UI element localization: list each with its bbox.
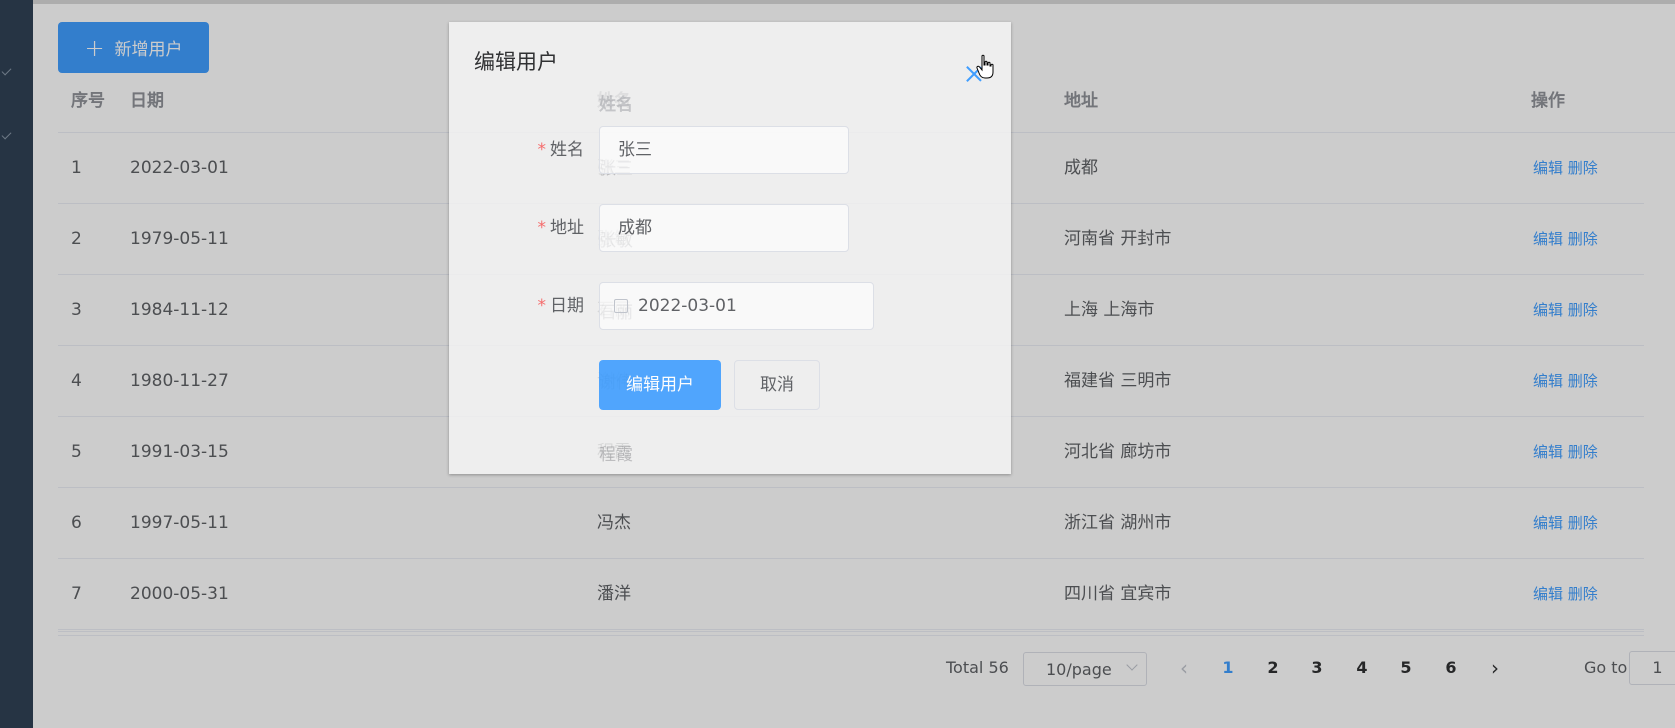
- submit-edit-button[interactable]: 编辑用户: [599, 360, 721, 410]
- background-header-name: 姓名: [599, 95, 633, 115]
- background-cell-name: 程霞: [599, 445, 633, 465]
- name-label-text: 姓名: [550, 140, 584, 160]
- required-mark: *: [537, 218, 547, 238]
- date-label-text: 日期: [550, 296, 584, 316]
- name-label: * 姓名: [464, 126, 585, 174]
- date-value: 2022-03-01: [638, 296, 737, 316]
- cancel-button[interactable]: 取消: [734, 360, 820, 410]
- date-label: * 日期: [464, 282, 585, 330]
- edit-user-dialog: 姓名 张三 张敏 石丽 谢伟 程霞 编辑用户 *姓名 张三 *地址 成都 *日期…: [449, 22, 1011, 474]
- required-mark: *: [537, 140, 547, 160]
- date-picker[interactable]: 2022-03-01: [599, 282, 874, 330]
- hand-cursor-icon: [976, 54, 994, 79]
- address-label-text: 地址: [550, 218, 584, 238]
- name-input[interactable]: 张三: [599, 126, 849, 174]
- required-mark: *: [537, 296, 547, 316]
- address-input[interactable]: 成都: [599, 204, 849, 252]
- calendar-icon: [614, 299, 628, 313]
- dialog-title: 编辑用户: [474, 50, 558, 74]
- address-label: * 地址: [464, 204, 585, 252]
